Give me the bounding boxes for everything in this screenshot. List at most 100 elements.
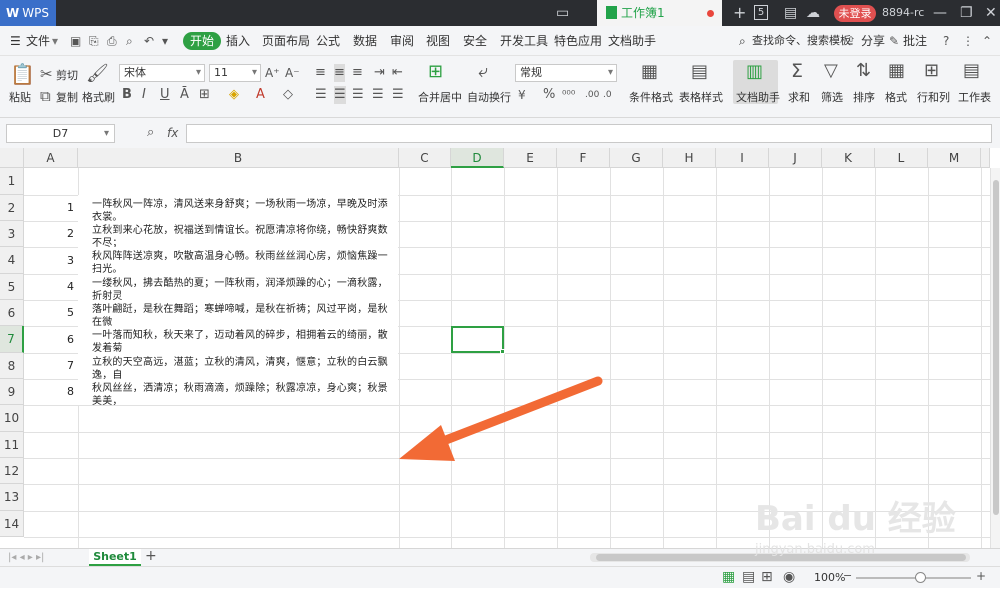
name-box-chevron-icon[interactable]: ▾: [104, 124, 109, 143]
strike-icon[interactable]: Ā: [180, 86, 189, 104]
col-header-m[interactable]: M: [928, 148, 981, 168]
row-header-2[interactable]: 2: [0, 195, 24, 221]
col-header-a[interactable]: A: [24, 148, 78, 168]
format-button[interactable]: 格式: [885, 89, 907, 105]
help-icon[interactable]: ?: [943, 26, 949, 56]
cell-b7[interactable]: 一叶落而知秋，秋天来了，迈动着风的碎步，相拥着云的绮丽，散发着菊 的芬芳，沐浴着…: [78, 326, 398, 353]
close-icon[interactable]: ✕: [985, 4, 997, 22]
comment-icon[interactable]: ✎: [889, 26, 899, 56]
cell-b4[interactable]: 秋风阵阵送凉爽，吹散高温身心畅。秋雨丝丝润心房，烦恼焦躁一扫光。 好运高照万事顺…: [78, 247, 398, 274]
active-cell-d7[interactable]: [451, 326, 505, 354]
zoom-search-icon[interactable]: ⌕: [147, 123, 154, 142]
cell-b5[interactable]: 一缕秋风，拂去酷热的夏；一阵秋雨，润泽烦躁的心；一滴秋露，折射灵 魄的秋；一丝秋…: [78, 274, 398, 300]
tab-formula[interactable]: 公式: [316, 26, 340, 56]
zoom-out-icon[interactable]: −: [843, 569, 852, 582]
eye-protect-icon[interactable]: ◉: [783, 569, 795, 585]
bold-icon[interactable]: B: [122, 86, 132, 104]
zoom-slider[interactable]: [856, 577, 971, 579]
font-shrink-icon[interactable]: A⁻: [285, 64, 300, 82]
sort-button[interactable]: 排序: [853, 89, 875, 105]
cell-a2[interactable]: 1: [24, 195, 78, 221]
preview-icon[interactable]: ⌕: [126, 26, 133, 56]
number-format-select[interactable]: 常规: [515, 64, 617, 82]
row-header-12[interactable]: 12: [0, 458, 24, 484]
outdent-icon[interactable]: ⇤: [392, 64, 403, 82]
row-col-button[interactable]: 行和列: [917, 89, 950, 105]
col-header-i[interactable]: I: [716, 148, 769, 168]
fill-handle[interactable]: [500, 349, 505, 354]
format-painter-icon[interactable]: 🖌: [86, 62, 109, 86]
row-header-3[interactable]: 3: [0, 221, 24, 247]
row-header-6[interactable]: 6: [0, 300, 24, 326]
tab-review[interactable]: 审阅: [390, 26, 414, 56]
merge-icon[interactable]: ⊞: [428, 63, 443, 81]
font-color-icon[interactable]: A: [256, 86, 265, 104]
table-style-icon[interactable]: ▤: [691, 63, 708, 81]
align-left-icon[interactable]: ☰: [315, 86, 327, 104]
redo-icon[interactable]: ▾: [162, 26, 168, 56]
thousands-icon[interactable]: ⁰⁰⁰: [562, 86, 575, 104]
cell-a5[interactable]: 4: [24, 274, 78, 300]
merge-button[interactable]: 合并居中: [418, 89, 462, 105]
align-bottom-icon[interactable]: ≡: [352, 64, 363, 82]
col-header-j[interactable]: J: [769, 148, 822, 168]
col-header-c[interactable]: C: [399, 148, 451, 168]
cut-button[interactable]: 剪切: [56, 67, 78, 83]
cell-a8[interactable]: 7: [24, 353, 78, 379]
search-icon[interactable]: ⌕: [739, 26, 746, 56]
share-button[interactable]: 分享: [861, 26, 885, 56]
command-search[interactable]: 查找命令、搜索模板: [752, 26, 851, 56]
justify-icon[interactable]: ☰: [372, 86, 384, 104]
font-family-select[interactable]: 宋体: [119, 64, 205, 82]
cell-b2[interactable]: 一阵秋风一阵凉，清风送来身舒爽；一场秋雨一场凉，早晚及时添衣裳。 秋霞莹莹耀眼亮…: [78, 195, 398, 221]
collapse-ribbon-icon[interactable]: ⌃: [982, 26, 992, 56]
row-header-7[interactable]: 7: [0, 326, 24, 353]
cell-a4[interactable]: 3: [24, 247, 78, 274]
cell-a6[interactable]: 5: [24, 300, 78, 326]
sum-icon[interactable]: Σ: [791, 62, 803, 81]
percent-icon[interactable]: %: [543, 86, 555, 104]
export-icon[interactable]: ⎘: [89, 26, 99, 56]
cell-b6[interactable]: 落叶翩跹，是秋在舞蹈；寒蝉啼喊，是秋在祈祷；风过平岗，是秋在微 笑；雁飞南方，是…: [78, 300, 398, 326]
conditional-format-button[interactable]: 条件格式: [629, 89, 673, 105]
cloud-icon[interactable]: ☁: [806, 4, 820, 22]
wrap-text-button[interactable]: 自动换行: [467, 89, 511, 105]
doc-helper-icon[interactable]: ▥: [746, 63, 763, 81]
filter-icon[interactable]: ▽: [824, 62, 838, 80]
decrease-decimal-icon[interactable]: .0: [603, 86, 612, 104]
page-layout-view-icon[interactable]: ▤: [742, 569, 755, 585]
fill-color-icon[interactable]: ◈: [229, 86, 239, 104]
sort-icon[interactable]: ⇅: [856, 62, 871, 80]
row-header-9[interactable]: 9: [0, 379, 24, 405]
cell-b9[interactable]: 秋风丝丝，洒清凉；秋雨滴滴，烦躁除；秋露凉凉，身心爽；秋景美美， 饱眼福；秋意蒙…: [78, 379, 398, 405]
sum-button[interactable]: 求和: [788, 89, 810, 105]
row-header-10[interactable]: 10: [0, 405, 24, 432]
add-sheet-icon[interactable]: +: [145, 548, 157, 564]
row-header-11[interactable]: 11: [0, 432, 24, 458]
indent-icon[interactable]: ⇥: [374, 64, 385, 82]
tab-view[interactable]: 视图: [426, 26, 450, 56]
page-break-view-icon[interactable]: ⊞: [761, 569, 773, 585]
align-top-icon[interactable]: ≡: [315, 64, 326, 82]
cell-b3[interactable]: 立秋到来心花放，祝福送到情谊长。祝愿清凉将你绕，畅快舒爽数不尽； 祝愿美景身边傍…: [78, 221, 398, 247]
font-grow-icon[interactable]: A⁺: [265, 64, 280, 82]
comment-button[interactable]: 批注: [903, 26, 927, 56]
select-all-corner[interactable]: [0, 148, 24, 168]
align-right-icon[interactable]: ☰: [352, 86, 364, 104]
align-middle-icon[interactable]: ≡: [334, 64, 345, 82]
paste-button[interactable]: 粘贴: [9, 89, 31, 105]
eraser-icon[interactable]: ◇: [283, 86, 293, 104]
row-header-13[interactable]: 13: [0, 484, 24, 511]
conditional-format-icon[interactable]: ▦: [641, 63, 658, 81]
minimize-icon[interactable]: —: [933, 4, 947, 22]
row-header-1[interactable]: 1: [0, 168, 24, 195]
col-header-h[interactable]: H: [663, 148, 716, 168]
tab-data[interactable]: 数据: [353, 26, 377, 56]
tab-developer[interactable]: 开发工具: [500, 26, 548, 56]
table-style-button[interactable]: 表格样式: [679, 89, 723, 105]
format-icon[interactable]: ▦: [888, 62, 905, 80]
wrap-icon[interactable]: ⤶: [478, 63, 488, 81]
cell-a9[interactable]: 8: [24, 379, 78, 405]
sheet-nav-icon[interactable]: |◂ ◂ ▸ ▸|: [8, 549, 44, 566]
row-header-14[interactable]: 14: [0, 511, 24, 537]
